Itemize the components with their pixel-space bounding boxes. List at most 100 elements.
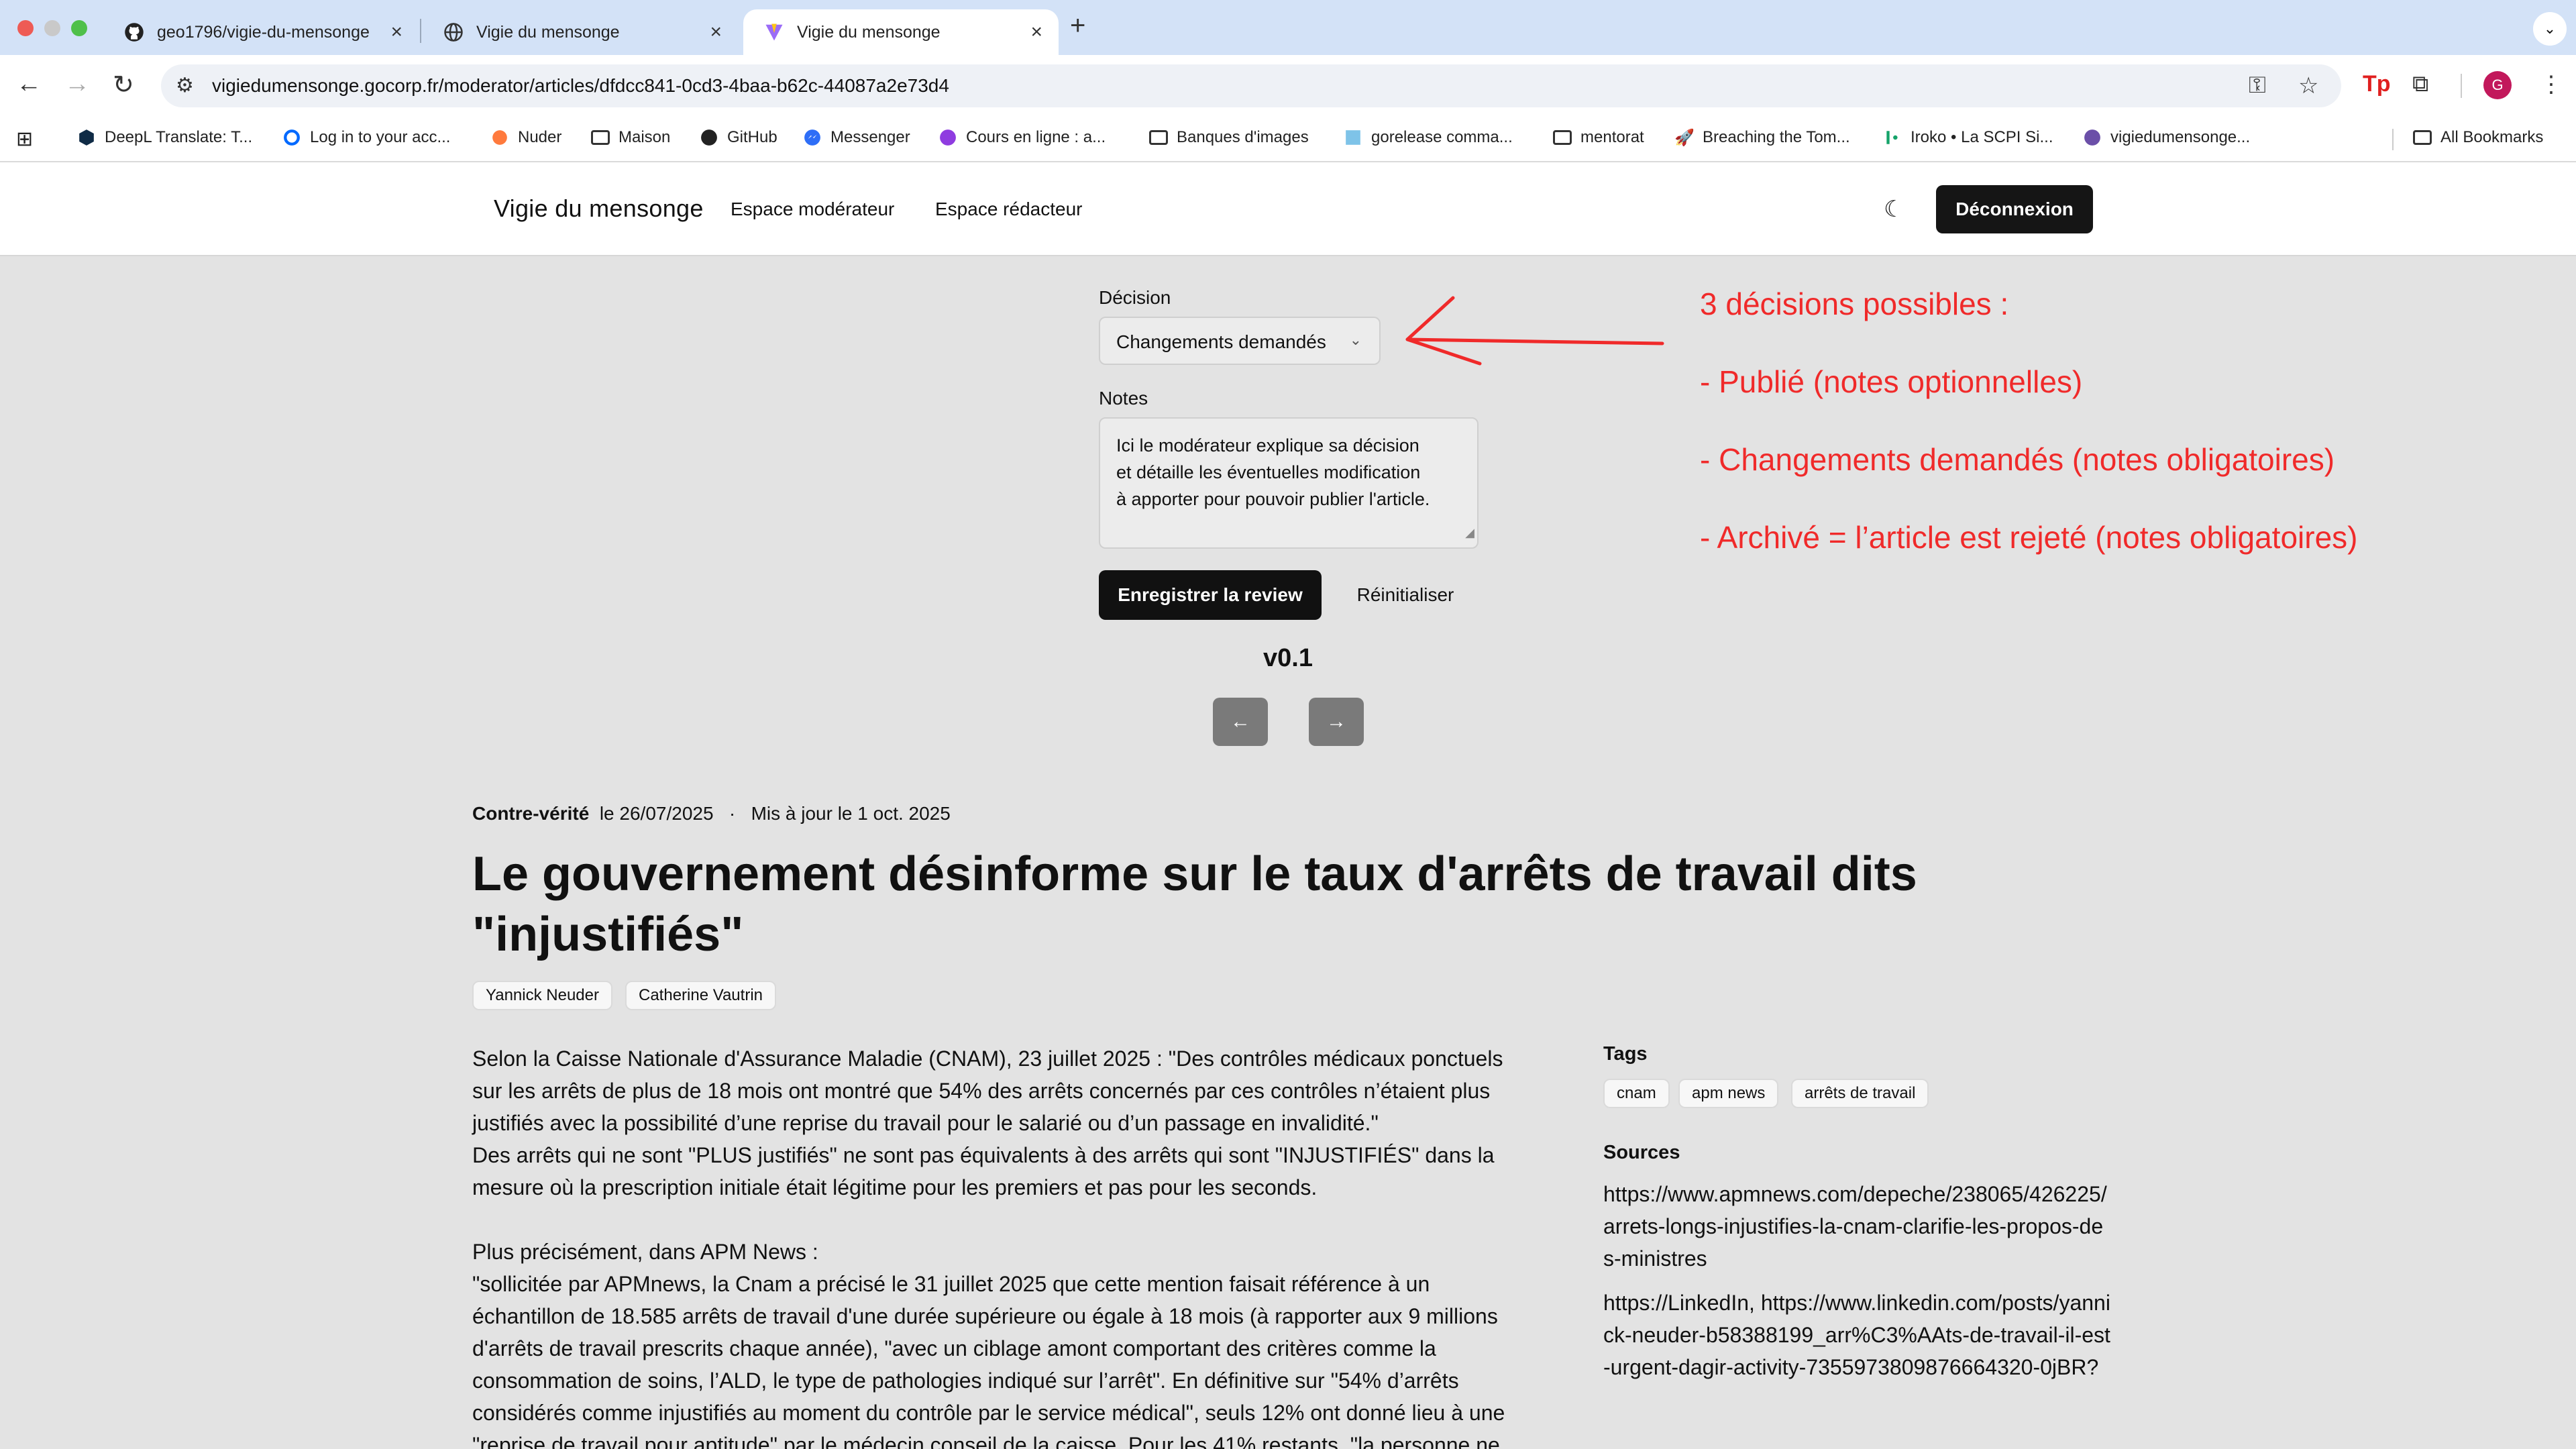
tab-divider bbox=[420, 19, 421, 43]
bookmark-star-icon[interactable]: ☆ bbox=[2298, 72, 2318, 99]
deepl-icon bbox=[76, 127, 97, 148]
nav-link-moderateur[interactable]: Espace modérateur bbox=[731, 199, 894, 220]
bookmark-mentorat[interactable]: mentorat bbox=[1552, 127, 1644, 148]
bookmark-maison[interactable]: Maison bbox=[590, 127, 670, 148]
article-date: le 26/07/2025 bbox=[599, 803, 714, 824]
nuder-icon bbox=[490, 127, 510, 148]
tag-chip[interactable]: apm news bbox=[1678, 1079, 1779, 1108]
browser-toolbar: ← → ↻ ⚙ vigiedumensonge.gocorp.fr/modera… bbox=[0, 55, 2576, 115]
bookmark-label: Breaching the Tom... bbox=[1703, 128, 1850, 146]
article-category: Contre-vérité bbox=[472, 803, 590, 824]
address-bar[interactable]: ⚙ vigiedumensonge.gocorp.fr/moderator/ar… bbox=[161, 64, 2341, 107]
folder-icon bbox=[590, 127, 610, 148]
bookmark-deepl[interactable]: DeepL Translate: T... bbox=[76, 127, 252, 148]
all-bookmarks-label: All Bookmarks bbox=[2440, 128, 2544, 146]
window-minimize-button[interactable] bbox=[44, 20, 60, 36]
bookmark-digitalocean[interactable]: Log in to your acc... bbox=[282, 127, 450, 148]
reload-icon[interactable]: ↻ bbox=[113, 70, 134, 100]
bookmark-label: Cours en ligne : a... bbox=[966, 128, 1106, 146]
bookmark-label: vigiedumensonge... bbox=[2110, 128, 2251, 146]
body-paragraph: Plus précisément, dans APM News : bbox=[472, 1240, 818, 1264]
window-close-button[interactable] bbox=[17, 20, 34, 36]
bookmark-label: Maison bbox=[619, 128, 671, 146]
bookmark-vigiedumensonge[interactable]: vigiedumensonge... bbox=[2082, 127, 2250, 148]
decision-label: Décision bbox=[1099, 287, 1171, 308]
body-paragraph: Selon la Caisse Nationale d'Assurance Ma… bbox=[472, 1046, 1503, 1135]
tab-search-chevron-icon[interactable]: ⌄ bbox=[2533, 12, 2567, 46]
notes-textarea[interactable]: Ici le modérateur explique sa décision e… bbox=[1099, 417, 1479, 549]
globe-icon bbox=[443, 21, 464, 43]
nav-link-redacteur[interactable]: Espace rédacteur bbox=[935, 199, 1082, 220]
annotation-arrow bbox=[1405, 296, 1664, 366]
tab-title: geo1796/vigie-du-mensonge bbox=[157, 22, 370, 42]
bookmark-label: Nuder bbox=[518, 128, 562, 146]
meta-separator: · bbox=[729, 803, 736, 824]
site-icon bbox=[2082, 127, 2102, 148]
bookmark-breaching[interactable]: 🚀 Breaching the Tom... bbox=[1674, 127, 1850, 148]
bookmark-nuder[interactable]: Nuder bbox=[490, 127, 561, 148]
theme-toggle-moon-icon[interactable]: ☾ bbox=[1884, 196, 1904, 223]
decision-select[interactable]: Changements demandés ⌄ bbox=[1099, 317, 1381, 365]
previous-version-button[interactable]: ← bbox=[1213, 698, 1268, 746]
browser-menu-icon[interactable]: ⋮ bbox=[2540, 71, 2563, 98]
iroko-icon bbox=[1882, 127, 1902, 148]
politician-chip[interactable]: Catherine Vautrin bbox=[625, 981, 776, 1010]
site-brand[interactable]: Vigie du mensonge bbox=[494, 195, 704, 223]
messenger-icon bbox=[802, 127, 822, 148]
bookmark-udemy[interactable]: Cours en ligne : a... bbox=[938, 127, 1106, 148]
tag-chip[interactable]: cnam bbox=[1603, 1079, 1670, 1108]
bookmark-messenger[interactable]: Messenger bbox=[802, 127, 910, 148]
close-tab-icon[interactable]: × bbox=[390, 21, 402, 44]
github-icon bbox=[123, 21, 145, 43]
bookmark-label: Banques d'images bbox=[1177, 128, 1309, 146]
bookmark-github[interactable]: GitHub bbox=[699, 127, 777, 148]
tp-extension-icon[interactable]: Tp bbox=[2363, 71, 2391, 97]
bookmarks-bar: ⊞ DeepL Translate: T... Log in to your a… bbox=[0, 115, 2576, 162]
bookmark-gorelease[interactable]: gorelease comma... bbox=[1343, 127, 1513, 148]
article-title: Le gouvernement désinforme sur le taux d… bbox=[472, 847, 1917, 961]
logout-button[interactable]: Déconnexion bbox=[1936, 185, 2093, 233]
notes-text: Ici le modérateur explique sa décision e… bbox=[1116, 435, 1430, 509]
body-paragraph: Des arrêts qui ne sont "PLUS justifiés" … bbox=[472, 1143, 1495, 1199]
annotation-line-changements: - Changements demandés (notes obligatoir… bbox=[1700, 442, 2335, 477]
site-settings-icon[interactable]: ⚙ bbox=[176, 74, 194, 97]
bookmark-banques-images[interactable]: Banques d'images bbox=[1148, 127, 1309, 148]
bookmark-label: gorelease comma... bbox=[1371, 128, 1513, 146]
udemy-icon bbox=[938, 127, 958, 148]
bookmark-label: Messenger bbox=[830, 128, 910, 146]
all-bookmarks[interactable]: All Bookmarks bbox=[2412, 127, 2543, 148]
browser-tab-3-active[interactable]: Vigie du mensonge × bbox=[743, 9, 1059, 55]
bookmark-label: DeepL Translate: T... bbox=[105, 128, 253, 146]
close-tab-icon[interactable]: × bbox=[710, 21, 722, 44]
browser-tab-2[interactable]: Vigie du mensonge × bbox=[423, 9, 738, 55]
forward-arrow-icon[interactable]: → bbox=[64, 70, 90, 99]
profile-avatar[interactable]: G bbox=[2483, 71, 2512, 99]
decision-selected-value: Changements demandés bbox=[1116, 331, 1326, 352]
resize-handle-icon[interactable]: ◢ bbox=[1465, 519, 1474, 546]
close-tab-icon[interactable]: × bbox=[1030, 21, 1042, 44]
save-review-button[interactable]: Enregistrer la review bbox=[1099, 570, 1322, 620]
annotation-heading: 3 décisions possibles : bbox=[1700, 286, 2009, 321]
url-text[interactable]: vigiedumensonge.gocorp.fr/moderator/arti… bbox=[212, 75, 949, 97]
politician-chip[interactable]: Yannick Neuder bbox=[472, 981, 612, 1010]
window-maximize-button[interactable] bbox=[71, 20, 87, 36]
tag-chip[interactable]: arrêts de travail bbox=[1791, 1079, 1929, 1108]
bookmark-iroko[interactable]: Iroko • La SCPI Si... bbox=[1882, 127, 2053, 148]
back-arrow-icon[interactable]: ← bbox=[16, 70, 42, 99]
toolbar-divider bbox=[2461, 74, 2462, 98]
extensions-puzzle-icon[interactable]: ⧉ bbox=[2412, 71, 2428, 97]
source-link[interactable]: https://LinkedIn, https://www.linkedin.c… bbox=[1603, 1287, 2113, 1383]
source-link[interactable]: https://www.apmnews.com/depeche/238065/4… bbox=[1603, 1178, 2113, 1275]
bookmark-label: GitHub bbox=[727, 128, 777, 146]
apps-grid-icon[interactable]: ⊞ bbox=[16, 127, 33, 151]
body-paragraph: "sollicitée par APMnews, la Cnam a préci… bbox=[472, 1272, 1505, 1449]
new-tab-button[interactable]: + bbox=[1070, 11, 1085, 41]
tags-heading: Tags bbox=[1603, 1043, 1648, 1065]
next-version-button[interactable]: → bbox=[1309, 698, 1364, 746]
browser-tab-1[interactable]: geo1796/vigie-du-mensonge × bbox=[103, 9, 419, 55]
bookmark-label: Log in to your acc... bbox=[310, 128, 451, 146]
digitalocean-icon bbox=[282, 127, 302, 148]
password-key-icon[interactable]: ⚿ bbox=[2249, 72, 2266, 99]
reset-button[interactable]: Réinitialiser bbox=[1343, 570, 1468, 620]
article-updated: Mis à jour le 1 oct. 2025 bbox=[751, 803, 951, 824]
